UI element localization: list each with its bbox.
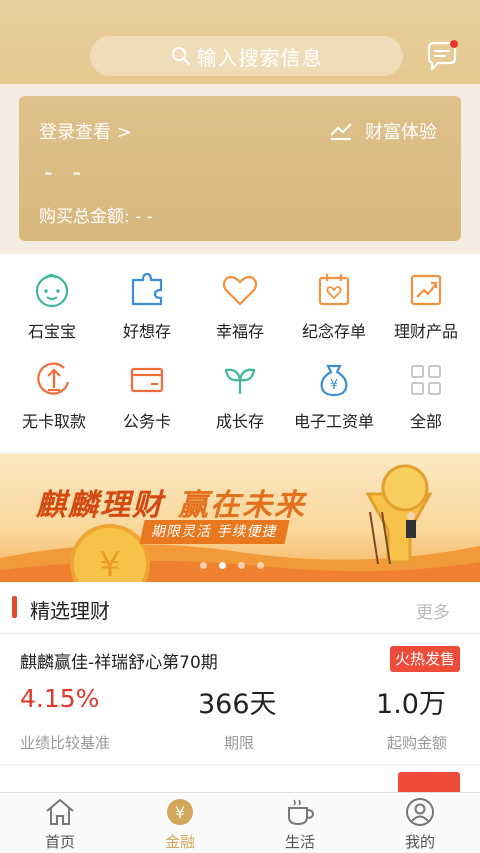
grid-item-chengzhang[interactable]: 成长存 <box>192 344 288 434</box>
page-dot[interactable] <box>238 562 245 569</box>
more-link[interactable]: 更多 <box>416 598 450 623</box>
grid-label: 纪念存单 <box>301 322 366 341</box>
grid-item-haoxiangcun[interactable]: 好想存 <box>99 254 195 344</box>
purchase-total: 购买总金额: - - <box>39 207 153 227</box>
notification-dot <box>450 40 458 48</box>
svg-text:¥: ¥ <box>99 545 121 582</box>
header: 输入搜索信息 <box>0 0 480 84</box>
puzzle-icon <box>131 272 163 306</box>
tab-mine[interactable]: 我的 <box>390 797 450 852</box>
grid-label: 好想存 <box>122 322 171 341</box>
experience-label: 财富体验 <box>365 122 437 143</box>
product-card-partial[interactable] <box>0 766 480 792</box>
product-name: 麒麟赢佳-祥瑞舒心第70期 <box>20 653 218 673</box>
tab-finance[interactable]: ¥ 金融 <box>150 797 210 852</box>
featured-section-header: 精选理财 更多 <box>0 582 480 634</box>
experience-link[interactable]: 财富体验 <box>329 118 437 144</box>
svg-text:¥: ¥ <box>330 378 338 393</box>
search-bar[interactable]: 输入搜索信息 <box>90 36 403 76</box>
product-min-amount: 1.0万 <box>376 689 446 720</box>
term-label: 期限 <box>224 734 255 752</box>
grid-icon <box>411 365 441 395</box>
page-dot-active[interactable] <box>219 562 226 569</box>
tab-label: 金融 <box>164 833 195 851</box>
tab-label: 我的 <box>404 833 435 851</box>
baby-face-icon <box>35 273 69 308</box>
min-amount-label: 起购金额 <box>386 734 447 752</box>
grid-item-jinian[interactable]: 纪念存单 <box>286 254 382 344</box>
yuan-icon: ¥ <box>167 799 193 825</box>
wealth-card-area: 登录查看 > 财富体验 - - 购买总金额: - - <box>0 84 480 254</box>
sprout-icon <box>224 368 256 394</box>
grid-label: 无卡取款 <box>21 412 86 431</box>
calendar-heart-icon <box>318 274 350 306</box>
asset-amount: - - <box>44 158 87 186</box>
grid-label: 成长存 <box>215 412 264 431</box>
grid-label: 理财产品 <box>393 322 458 341</box>
tab-label: 生活 <box>284 833 315 851</box>
coffee-icon <box>288 799 315 826</box>
function-grid: 石宝宝 好想存 幸福存 纪念存单 理财产品 无卡取款 公务卡 成长存 ¥ 电子工… <box>0 254 480 452</box>
banner-pagination <box>200 562 264 569</box>
grid-item-gongzidan[interactable]: ¥ 电子工资单 <box>286 344 382 434</box>
banner-subtitle: 期限灵活 手续便捷 <box>139 520 291 544</box>
banner-title: 麒麟理财 赢在未来 <box>36 480 306 524</box>
search-placeholder: 输入搜索信息 <box>196 45 323 70</box>
home-icon <box>46 798 74 825</box>
tab-label: 首页 <box>44 833 75 851</box>
grid-item-gongwuka[interactable]: 公务卡 <box>99 344 195 434</box>
product-term: 366天 <box>198 689 277 720</box>
grid-item-licai[interactable]: 理财产品 <box>378 254 474 344</box>
grid-item-wuka[interactable]: 无卡取款 <box>6 344 102 434</box>
grid-item-all[interactable]: 全部 <box>378 344 474 434</box>
tab-home[interactable]: 首页 <box>30 797 90 852</box>
money-bag-icon: ¥ <box>320 364 348 397</box>
grid-label: 幸福存 <box>215 322 264 341</box>
section-marker <box>12 596 17 618</box>
search-icon <box>171 47 190 65</box>
product-badge-partial <box>398 772 460 792</box>
chart-note-icon <box>410 274 442 306</box>
product-rate: 4.15% <box>20 684 100 713</box>
section-title: 精选理财 <box>30 599 110 623</box>
banner-title-part1: 麒麟理财 <box>36 488 164 523</box>
message-icon[interactable] <box>424 38 460 74</box>
wealth-card: 登录查看 > 财富体验 - - 购买总金额: - - <box>19 96 461 241</box>
banner-title-part2: 赢在未来 <box>178 488 306 523</box>
grid-label: 全部 <box>409 412 442 431</box>
card-icon <box>130 367 164 393</box>
user-icon <box>406 798 434 826</box>
grid-item-xingfucun[interactable]: 幸福存 <box>192 254 288 344</box>
grid-label: 电子工资单 <box>293 412 374 431</box>
bottom-tab-bar: 首页 ¥ 金融 生活 我的 <box>0 792 480 853</box>
trend-icon <box>330 123 352 140</box>
login-link[interactable]: 登录查看 > <box>39 118 132 144</box>
page-dot[interactable] <box>200 562 207 569</box>
page-dot[interactable] <box>257 562 264 569</box>
heart-icon <box>222 275 258 306</box>
grid-label: 公务卡 <box>122 412 171 431</box>
tab-life[interactable]: 生活 <box>270 797 330 852</box>
svg-text:¥: ¥ <box>175 803 185 822</box>
product-card[interactable]: 麒麟赢佳-祥瑞舒心第70期 火热发售 4.15% 366天 1.0万 业绩比较基… <box>0 634 480 764</box>
grid-label: 石宝宝 <box>27 322 76 341</box>
rate-label: 业绩比较基准 <box>20 734 111 752</box>
promo-banner[interactable]: ¥ 麒麟理财 赢在未来 期限灵活 手续便捷 <box>0 454 480 582</box>
withdraw-icon <box>37 362 70 395</box>
product-badge: 火热发售 <box>389 646 460 672</box>
grid-item-shibaobao[interactable]: 石宝宝 <box>4 254 100 344</box>
